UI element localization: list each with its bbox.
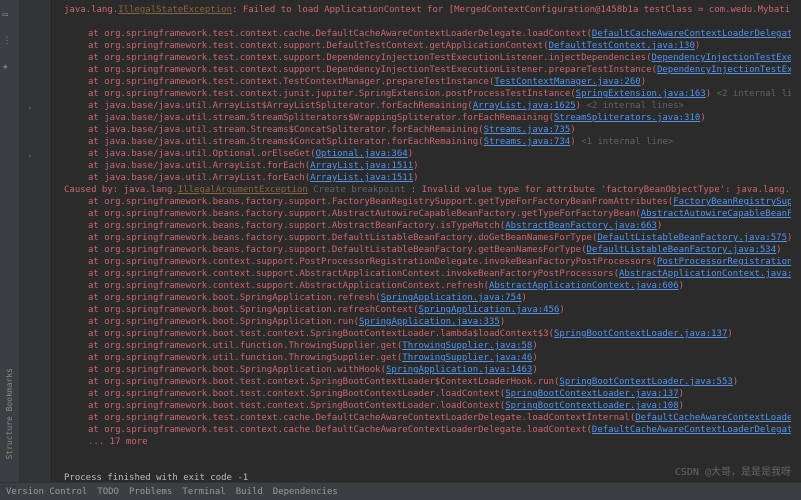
source-link[interactable]: SpringBootContextLoader.java:108 bbox=[505, 401, 678, 411]
stack-frame: at org.springframework.test.context.supp… bbox=[88, 65, 657, 75]
source-link[interactable]: DependencyInjectionTestExecutionListener… bbox=[657, 65, 791, 75]
collapsed-frames[interactable]: <2 internal lines> bbox=[587, 101, 685, 111]
status-vcs[interactable]: Version Control bbox=[6, 487, 87, 497]
stack-frame: at org.springframework.test.context.supp… bbox=[88, 53, 652, 63]
source-link[interactable]: ArrayList.java:1511 bbox=[310, 161, 413, 171]
exception-class: java.lang. bbox=[64, 5, 118, 15]
exception-message: : Failed to load ApplicationContext for … bbox=[232, 5, 791, 15]
source-link[interactable]: SpringApplication.java:1463 bbox=[386, 365, 532, 375]
project-icon[interactable]: ▭ bbox=[3, 10, 17, 24]
status-build[interactable]: Build bbox=[236, 487, 263, 497]
stack-frame: at org.springframework.boot.test.context… bbox=[88, 401, 505, 411]
status-terminal[interactable]: Terminal bbox=[182, 487, 225, 497]
source-link[interactable]: SpringBootContextLoader.java:553 bbox=[559, 377, 732, 387]
watermark: CSDN @大哥，是是是我呀 bbox=[675, 463, 791, 478]
fold-icon[interactable]: ▸ bbox=[28, 103, 40, 115]
status-bar: Version Control TODO Problems Terminal B… bbox=[0, 482, 801, 500]
status-problems[interactable]: Problems bbox=[129, 487, 172, 497]
caused-by-label: Caused by: java.lang. bbox=[64, 185, 178, 195]
source-link[interactable]: FactoryBeanRegistrySupport.java:86 bbox=[673, 197, 791, 207]
source-link[interactable]: DefaultCacheAwareContextLoaderDelegate.j… bbox=[635, 413, 791, 423]
stack-frame: at org.springframework.context.support.P… bbox=[88, 257, 657, 267]
stack-frame: at org.springframework.boot.SpringApplic… bbox=[88, 293, 381, 303]
status-deps[interactable]: Dependencies bbox=[273, 487, 338, 497]
create-breakpoint[interactable]: Create breakpoint bbox=[308, 185, 411, 195]
status-todo[interactable]: TODO bbox=[97, 487, 119, 497]
stack-frame: at org.springframework.test.context.cach… bbox=[88, 29, 592, 39]
stack-frame: at java.base/java.util.Optional.orElseGe… bbox=[88, 149, 316, 159]
source-link[interactable]: StreamSpliterators.java:310 bbox=[554, 113, 700, 123]
source-link[interactable]: Streams.java:734 bbox=[484, 137, 571, 147]
source-link[interactable]: ArrayList.java:1625 bbox=[473, 101, 576, 111]
console-output[interactable]: java.lang.IllegalStateException: Failed … bbox=[50, 0, 791, 482]
stack-frame: at java.base/java.util.stream.Streams$Co… bbox=[88, 125, 484, 135]
source-link[interactable]: SpringBootContextLoader.java:137 bbox=[505, 389, 678, 399]
fold-icon[interactable]: ▸ bbox=[28, 151, 40, 163]
more-frames: ... 17 more bbox=[88, 437, 148, 447]
stack-frame: at org.springframework.beans.factory.sup… bbox=[88, 197, 673, 207]
source-link[interactable]: ThrowingSupplier.java:58 bbox=[402, 341, 532, 351]
console-gutter: ▸ ▸ bbox=[20, 0, 50, 482]
source-link[interactable]: TestContextManager.java:260 bbox=[494, 77, 640, 87]
exception-link[interactable]: IllegalArgumentException bbox=[178, 185, 308, 195]
caused-by-message: : Invalid value type for attribute 'fact… bbox=[411, 185, 791, 195]
stack-frame: at org.springframework.beans.factory.sup… bbox=[88, 233, 597, 243]
source-link[interactable]: SpringApplication.java:335 bbox=[359, 317, 500, 327]
stack-frame: at org.springframework.beans.factory.sup… bbox=[88, 245, 587, 255]
stack-frame: at org.springframework.context.support.A… bbox=[88, 281, 489, 291]
stack-frame: at org.springframework.boot.SpringApplic… bbox=[88, 305, 419, 315]
stack-frame: at org.springframework.boot.test.context… bbox=[88, 389, 505, 399]
stack-frame: at org.springframework.beans.factory.sup… bbox=[88, 209, 641, 219]
source-link[interactable]: SpringExtension.java:163 bbox=[576, 89, 706, 99]
stack-frame: at java.base/java.util.ArrayList$ArrayLi… bbox=[88, 101, 473, 111]
stack-frame: at org.springframework.boot.SpringApplic… bbox=[88, 365, 386, 375]
stack-frame: at org.springframework.test.context.Test… bbox=[88, 77, 494, 87]
exit-code: Process finished with exit code -1 bbox=[64, 473, 248, 482]
source-link[interactable]: AbstractBeanFactory.java:663 bbox=[505, 221, 657, 231]
stack-frame: at org.springframework.context.support.A… bbox=[88, 269, 619, 279]
stack-frame: at org.springframework.test.context.juni… bbox=[88, 89, 576, 99]
stack-frame: at org.springframework.beans.factory.sup… bbox=[88, 221, 505, 231]
stack-frame: at java.base/java.util.stream.StreamSpli… bbox=[88, 113, 554, 123]
sidebar-vertical-label[interactable]: Structure Bookmarks bbox=[5, 368, 14, 460]
source-link[interactable]: SpringApplication.java:456 bbox=[419, 305, 560, 315]
stack-frame: at java.base/java.util.stream.Streams$Co… bbox=[88, 137, 484, 147]
source-link[interactable]: DefaultCacheAwareContextLoaderDelegate.j… bbox=[592, 29, 791, 39]
source-link[interactable]: Optional.java:364 bbox=[316, 149, 408, 159]
source-link[interactable]: Streams.java:735 bbox=[484, 125, 571, 135]
source-link[interactable]: SpringApplication.java:754 bbox=[381, 293, 522, 303]
structure-icon[interactable]: ⋮ bbox=[3, 36, 17, 50]
stack-frame: at org.springframework.test.context.cach… bbox=[88, 425, 592, 435]
collapsed-frames[interactable]: <1 internal line> bbox=[581, 137, 673, 147]
source-link[interactable]: ArrayList.java:1511 bbox=[310, 173, 413, 183]
stack-frame: at org.springframework.util.function.Thr… bbox=[88, 353, 402, 363]
stack-frame: at org.springframework.test.context.cach… bbox=[88, 413, 635, 423]
source-link[interactable]: DefaultListableBeanFactory.java:575 bbox=[597, 233, 787, 243]
source-link[interactable]: AbstractApplicationContext.java:606 bbox=[489, 281, 679, 291]
stack-frame: at org.springframework.util.function.Thr… bbox=[88, 341, 402, 351]
source-link[interactable]: DependencyInjectionTestExecutionListener… bbox=[652, 53, 791, 63]
bookmarks-icon[interactable]: ★ bbox=[3, 62, 17, 76]
source-link[interactable]: DefaultTestContext.java:130 bbox=[549, 41, 695, 51]
source-link[interactable]: DefaultListableBeanFactory.java:534 bbox=[587, 245, 777, 255]
source-link[interactable]: AbstractApplicationContext.java:788 bbox=[619, 269, 791, 279]
source-link[interactable]: DefaultCacheAwareContextLoaderDelegate.j… bbox=[592, 425, 791, 435]
tool-window-bar: ▭ ⋮ ★ Structure Bookmarks bbox=[0, 0, 20, 500]
source-link[interactable]: SpringBootContextLoader.java:137 bbox=[554, 329, 727, 339]
stack-frame: at org.springframework.boot.SpringApplic… bbox=[88, 317, 359, 327]
stack-frame: at java.base/java.util.ArrayList.forEach… bbox=[88, 161, 310, 171]
stack-frame: at org.springframework.boot.test.context… bbox=[88, 329, 554, 339]
stack-frame: at org.springframework.test.context.supp… bbox=[88, 41, 549, 51]
source-link[interactable]: ThrowingSupplier.java:46 bbox=[402, 353, 532, 363]
run-console: ▸ ▸ java.lang.IllegalStateException: Fai… bbox=[20, 0, 801, 482]
stack-frame: at java.base/java.util.ArrayList.forEach… bbox=[88, 173, 310, 183]
source-link[interactable]: AbstractAutowireCapableBeanFactory.java:… bbox=[641, 209, 791, 219]
exception-link[interactable]: IllegalStateException bbox=[118, 5, 232, 15]
collapsed-frames[interactable]: <2 internal lines> bbox=[717, 89, 791, 99]
stack-frame: at org.springframework.boot.test.context… bbox=[88, 377, 559, 387]
source-link[interactable]: PostProcessorRegistrationDelegate.java:1… bbox=[657, 257, 791, 267]
